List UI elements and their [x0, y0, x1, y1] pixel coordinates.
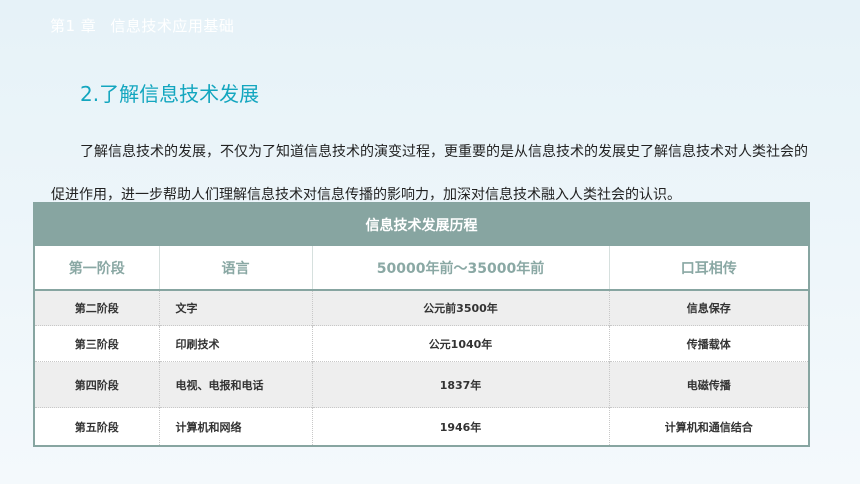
- table-row: 第五阶段 计算机和网络 1946年 计算机和通信结合: [34, 407, 809, 446]
- cell-period: 1946年: [311, 407, 609, 446]
- cell-period: 公元1040年: [311, 325, 609, 362]
- cell-period: 公元前3500年: [311, 290, 609, 326]
- cell-feature: 电磁传播: [608, 361, 809, 408]
- table-caption: 信息技术发展历程: [34, 203, 809, 246]
- cell-technology: 语言: [158, 246, 312, 291]
- cell-feature: 信息保存: [608, 290, 809, 326]
- cell-feature: 传播载体: [608, 325, 809, 362]
- table-row: 第四阶段 电视、电报和电话 1837年 电磁传播: [34, 361, 809, 408]
- cell-stage: 第四阶段: [34, 361, 159, 408]
- cell-technology: 计算机和网络: [158, 407, 312, 446]
- section-title: 2.了解信息技术发展: [80, 82, 260, 106]
- cell-feature: 口耳相传: [608, 246, 809, 291]
- chapter-title: 信息技术应用基础: [110, 17, 235, 35]
- cell-technology: 印刷技术: [158, 325, 312, 362]
- chapter-header: 第1 章信息技术应用基础: [50, 15, 234, 36]
- cell-technology: 文字: [158, 290, 312, 326]
- cell-period: 1837年: [311, 361, 609, 408]
- table-row-stage-1: 第一阶段 语言 50000年前～35000年前 口耳相传: [34, 246, 809, 291]
- cell-period: 50000年前～35000年前: [311, 246, 609, 291]
- cell-stage: 第一阶段: [34, 246, 159, 291]
- cell-feature: 计算机和通信结合: [608, 407, 809, 446]
- cell-stage: 第三阶段: [34, 325, 159, 362]
- cell-stage: 第五阶段: [34, 407, 159, 446]
- development-history-table: 信息技术发展历程 第一阶段 语言 50000年前～35000年前 口耳相传 第二…: [33, 202, 810, 447]
- cell-stage: 第二阶段: [34, 290, 159, 326]
- table-row: 第三阶段 印刷技术 公元1040年 传播载体: [34, 325, 809, 362]
- table-row: 第二阶段 文字 公元前3500年 信息保存: [34, 290, 809, 326]
- cell-technology: 电视、电报和电话: [158, 361, 312, 408]
- chapter-number: 第1 章: [50, 17, 97, 35]
